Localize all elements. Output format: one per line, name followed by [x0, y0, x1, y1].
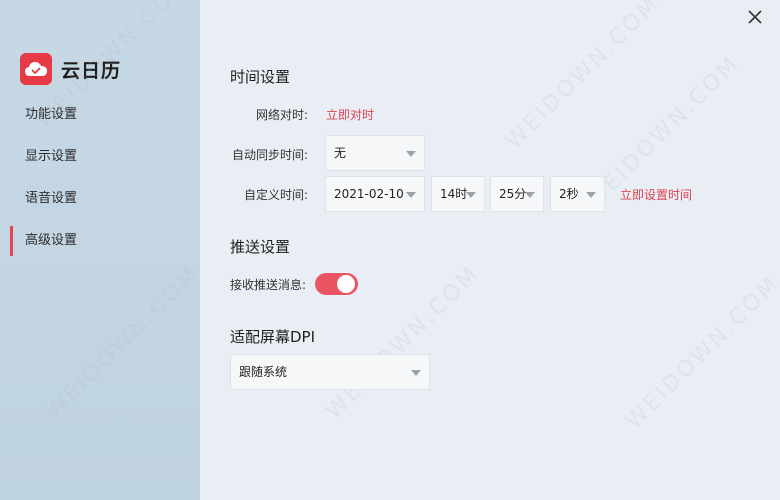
custom-time-label: 自定义时间:: [243, 188, 308, 202]
sidebar-item-label: 高级设置: [25, 233, 78, 248]
sidebar: 云日历 功能设置 显示设置 语音设置 高级设置: [0, 0, 200, 500]
sidebar-item-voice[interactable]: 语音设置: [0, 184, 200, 214]
date-select[interactable]: 2021-02-10: [325, 176, 425, 212]
auto-sync-value: 无: [334, 146, 347, 160]
receive-push-label: 接收推送消息:: [230, 278, 307, 292]
chevron-down-icon: [406, 151, 416, 157]
sidebar-item-features[interactable]: 功能设置: [0, 100, 200, 130]
auto-sync-label: 自动同步时间:: [231, 148, 308, 162]
toggle-knob: [337, 275, 355, 293]
second-select[interactable]: 2秒: [550, 176, 605, 212]
chevron-down-icon: [525, 192, 535, 198]
sidebar-item-label: 语音设置: [25, 191, 78, 206]
push-settings-title: 推送设置: [230, 238, 291, 256]
minute-select[interactable]: 25分: [490, 176, 544, 212]
chevron-down-icon: [406, 192, 416, 198]
cloud-calendar-icon: [20, 53, 52, 85]
chevron-down-icon: [466, 192, 476, 198]
hour-select[interactable]: 14时: [431, 176, 485, 212]
set-time-now-link[interactable]: 立即设置时间: [620, 186, 692, 203]
app-name: 云日历: [61, 59, 122, 82]
hour-value: 14时: [440, 187, 468, 201]
chevron-down-icon: [411, 370, 421, 376]
dpi-select[interactable]: 跟随系统: [230, 354, 430, 390]
receive-push-toggle[interactable]: [315, 273, 358, 295]
close-button[interactable]: [744, 6, 766, 28]
sidebar-item-label: 功能设置: [25, 107, 78, 122]
sidebar-item-advanced[interactable]: 高级设置: [0, 226, 200, 256]
dpi-value: 跟随系统: [239, 365, 288, 379]
date-value: 2021-02-10: [334, 187, 404, 201]
network-sync-label: 网络对时:: [255, 108, 308, 122]
chevron-down-icon: [586, 192, 596, 198]
close-icon: [748, 10, 762, 24]
time-settings-title: 时间设置: [230, 68, 291, 86]
second-value: 2秒: [559, 187, 579, 201]
minute-value: 25分: [499, 187, 527, 201]
sidebar-item-label: 显示设置: [25, 149, 78, 164]
sync-now-link[interactable]: 立即对时: [326, 106, 374, 123]
dpi-settings-title: 适配屏幕DPI: [230, 328, 316, 346]
auto-sync-select[interactable]: 无: [325, 135, 425, 171]
app-logo: 云日历: [20, 53, 121, 85]
sidebar-item-display[interactable]: 显示设置: [0, 142, 200, 172]
